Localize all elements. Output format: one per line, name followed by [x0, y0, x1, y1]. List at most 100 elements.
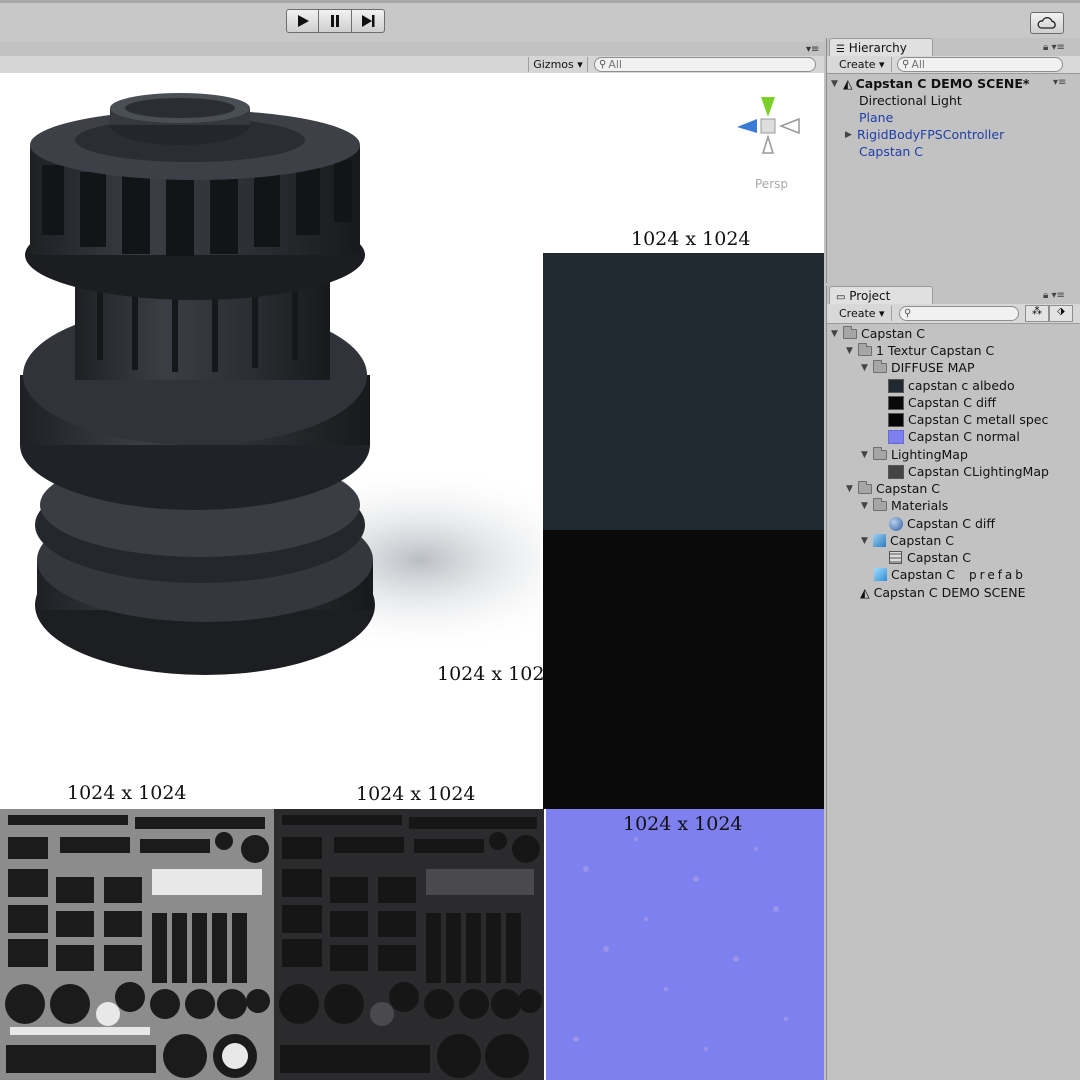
expand-triangle-icon[interactable]: ▼	[831, 329, 843, 339]
uv-layout-texture-size-label: 1024 x 1024	[67, 782, 187, 804]
hierarchy-search-placeholder: All	[911, 58, 925, 71]
project-item-label: DIFFUSE MAP	[891, 360, 975, 375]
prefab-cube-icon	[874, 568, 887, 581]
project-item-folder[interactable]: ▼ Capstan C	[846, 480, 940, 497]
scene-search-placeholder: All	[608, 58, 622, 71]
lightmap-texture-size-label: 1024 x 1024	[356, 783, 476, 805]
project-item-label: Capstan C	[907, 550, 972, 565]
unity-scene-icon: ◭	[860, 585, 870, 600]
hierarchy-toolbar: Create ▾ ⚲ All	[827, 56, 1080, 74]
project-item-folder[interactable]: ▼ Capstan C	[831, 325, 925, 342]
normal-texture-size-label: 1024 x 1024	[623, 813, 743, 835]
project-item-texture[interactable]: Capstan C normal	[888, 428, 1020, 445]
project-panel: ▭ Project 🔒︎ ▾≡ Create ▾ ⚲ ⁂ ⬗ ▼ Capstan …	[826, 286, 1080, 1080]
texture-thumbnail-icon	[888, 378, 904, 393]
hierarchy-item-directional-light[interactable]: Directional Light	[859, 92, 962, 109]
material-sphere-icon	[889, 516, 903, 531]
project-item-prefab[interactable]: Capstan C prefab	[874, 566, 1026, 583]
scene-root-item[interactable]: ▼ ◭ Capstan C DEMO SCENE*	[831, 75, 1029, 92]
unity-scene-icon: ◭	[843, 76, 853, 91]
scene-view-toolbar: Gizmos ▾ ⚲ All	[0, 56, 824, 74]
project-item-texture[interactable]: capstan c albedo	[888, 377, 1015, 394]
expand-triangle-icon[interactable]: ▼	[861, 450, 873, 460]
search-icon: ⚲	[904, 308, 912, 319]
cloud-button[interactable]	[1030, 12, 1064, 34]
expand-triangle-icon[interactable]: ▼	[846, 484, 858, 494]
project-create-label: Create	[839, 307, 876, 320]
folder-icon	[858, 342, 872, 356]
cloud-icon	[1037, 17, 1056, 29]
uv-layout-texture-preview	[0, 809, 274, 1080]
project-item-model[interactable]: ▼ Capstan C	[861, 532, 954, 549]
project-item-folder[interactable]: ▼ Materials	[861, 497, 948, 514]
hierarchy-item-label: Capstan C	[859, 144, 924, 159]
project-lock-icon[interactable]: 🔒︎ ▾≡	[1043, 290, 1065, 301]
project-item-label: Capstan C DEMO SCENE	[873, 585, 1026, 600]
texture-thumbnail-icon	[888, 429, 904, 444]
gizmo-x-axis[interactable]	[737, 119, 757, 133]
gizmo-y-axis[interactable]	[761, 97, 775, 117]
step-button[interactable]	[352, 9, 385, 33]
project-item-folder[interactable]: ▼ DIFFUSE MAP	[861, 359, 975, 376]
folder-icon: ▭	[836, 292, 846, 303]
hierarchy-item-plane[interactable]: Plane	[859, 109, 893, 126]
filter-by-label-button[interactable]: ⬗	[1049, 305, 1073, 322]
expand-triangle-icon[interactable]: ▼	[831, 79, 843, 89]
pause-button[interactable]	[319, 9, 352, 33]
scene-search-input[interactable]: ⚲ All	[594, 57, 816, 72]
filter-by-type-button[interactable]: ⁂	[1025, 305, 1049, 322]
project-item-texture[interactable]: Capstan CLightingMap	[888, 463, 1049, 480]
collapse-triangle-icon[interactable]: ▶	[845, 130, 857, 140]
scene-options-icon[interactable]: ▾≡	[1053, 77, 1066, 88]
hierarchy-tab[interactable]: ☰ Hierarchy	[829, 38, 933, 56]
lightmap-texture-preview	[274, 809, 544, 1080]
hierarchy-item-label: Plane	[859, 110, 894, 125]
project-item-label: Capstan C	[876, 481, 941, 496]
mesh-grid-icon	[889, 551, 902, 564]
expand-triangle-icon[interactable]: ▼	[846, 346, 858, 356]
hierarchy-create-button[interactable]: Create ▾	[833, 57, 892, 72]
expand-triangle-icon[interactable]: ▼	[861, 363, 873, 373]
main-toolbar	[0, 0, 1080, 42]
gizmos-dropdown[interactable]: Gizmos ▾	[528, 57, 588, 72]
project-item-texture[interactable]: Capstan C diff	[888, 394, 996, 411]
project-item-label: Capstan C metall spec	[908, 412, 1049, 427]
project-item-scene[interactable]: ◭ Capstan C DEMO SCENE	[860, 584, 1026, 601]
hierarchy-item-label: RigidBodyFPSController	[857, 127, 1005, 142]
hierarchy-panel: ☰ Hierarchy 🔒︎ ▾≡ Create ▾ ⚲ All ▼ ◭ Caps…	[826, 38, 1080, 283]
project-item-mesh[interactable]: Capstan C	[889, 549, 971, 566]
project-search-input[interactable]: ⚲	[899, 306, 1019, 321]
hierarchy-item-capstan-c[interactable]: Capstan C	[859, 143, 923, 160]
hierarchy-lock-icon[interactable]: 🔒︎ ▾≡	[1043, 42, 1065, 53]
project-item-label: Capstan CLightingMap	[908, 464, 1049, 479]
texture-thumbnail-icon	[888, 395, 904, 410]
hierarchy-item-rigidbody-controller[interactable]: ▶ RigidBodyFPSController	[845, 126, 1004, 143]
project-item-label: capstan c albedo	[908, 378, 1015, 393]
texture-thumbnail-icon	[888, 464, 904, 479]
play-icon	[297, 15, 309, 27]
step-icon	[362, 15, 375, 27]
hierarchy-search-input[interactable]: ⚲ All	[897, 57, 1063, 72]
gizmos-label: Gizmos	[533, 58, 574, 71]
project-item-label: Capstan C	[861, 326, 926, 341]
project-item-texture[interactable]: Capstan C metall spec	[888, 411, 1048, 428]
list-icon: ☰	[836, 44, 845, 55]
project-item-folder[interactable]: ▼ LightingMap	[861, 446, 968, 463]
project-tab[interactable]: ▭ Project	[829, 286, 933, 304]
filter-type-icon: ⁂	[1032, 306, 1042, 317]
play-button[interactable]	[286, 9, 319, 33]
project-item-material[interactable]: Capstan C diff	[889, 515, 995, 532]
expand-triangle-icon[interactable]: ▼	[861, 536, 873, 546]
hierarchy-item-label: Directional Light	[859, 93, 962, 108]
project-create-button[interactable]: Create ▾	[833, 306, 892, 321]
project-item-label: 1 Textur Capstan C	[876, 343, 995, 358]
scene-viewport[interactable]: Persp 1024 x 1024 1024 x 1024 1024 x 102…	[0, 73, 824, 1080]
expand-triangle-icon[interactable]: ▼	[861, 501, 873, 511]
folder-icon	[873, 446, 887, 460]
project-item-folder[interactable]: ▼ 1 Textur Capstan C	[846, 342, 994, 359]
playback-controls	[286, 9, 385, 33]
orientation-gizmo[interactable]	[733, 93, 803, 158]
hierarchy-tab-label: Hierarchy	[848, 41, 907, 55]
scene-view-menu-icon[interactable]: ▾≡	[806, 44, 819, 55]
project-item-label: Materials	[891, 498, 949, 513]
